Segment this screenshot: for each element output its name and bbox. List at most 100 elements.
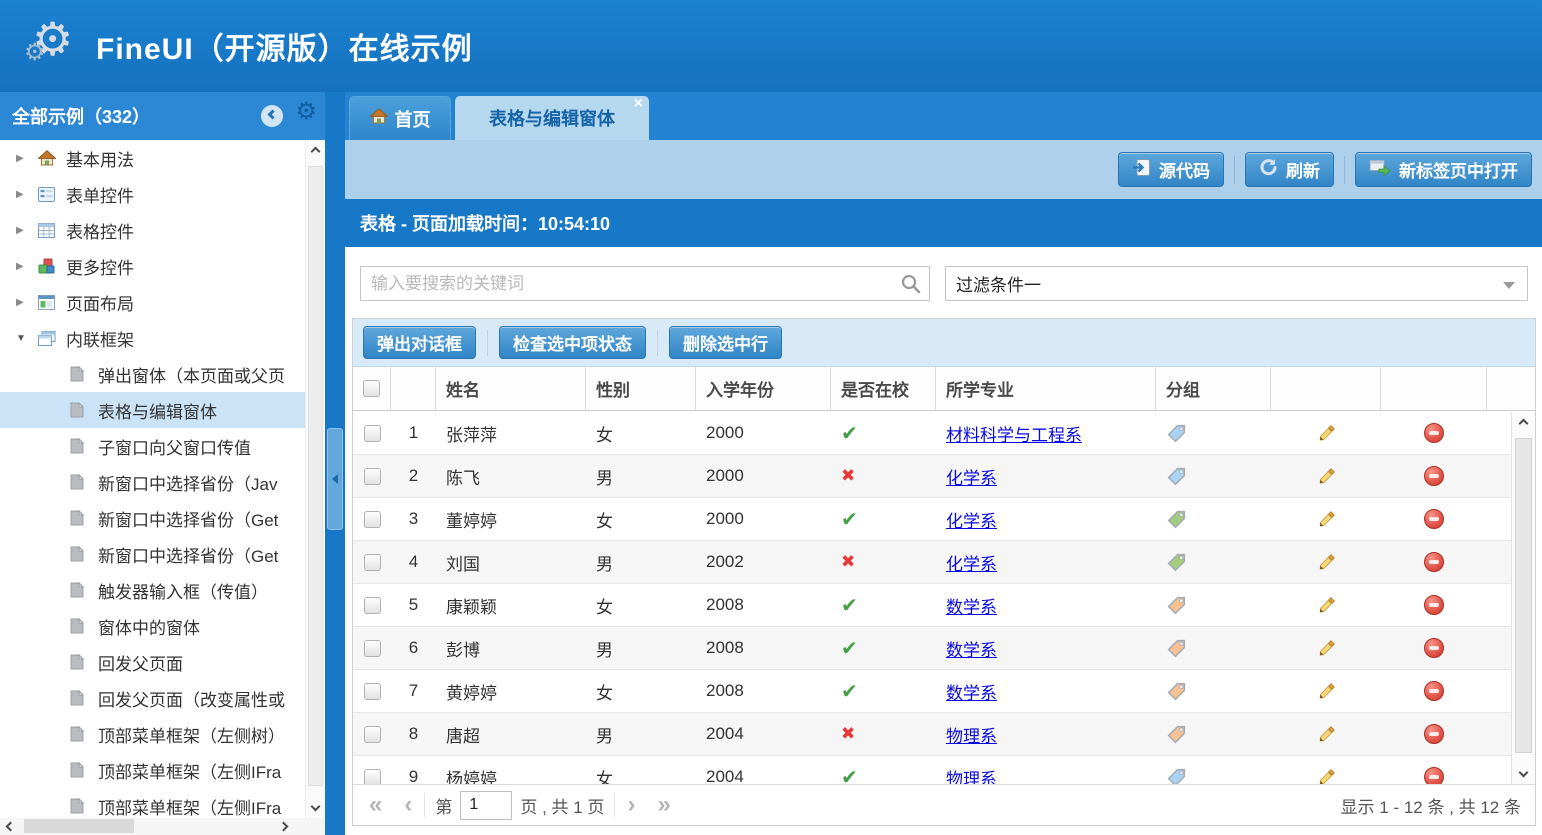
tree-item[interactable]: 新窗口中选择省份（Get xyxy=(0,536,305,572)
tag-icon[interactable] xyxy=(1166,466,1187,487)
delete-row-icon[interactable] xyxy=(1424,724,1444,744)
tree-item[interactable]: 回发父页面 xyxy=(0,644,305,680)
tag-icon[interactable] xyxy=(1166,767,1187,785)
tree-item[interactable]: 新窗口中选择省份（Get xyxy=(0,500,305,536)
search-icon[interactable] xyxy=(900,273,921,299)
tag-icon[interactable] xyxy=(1166,638,1187,659)
tree-item[interactable]: 顶部菜单框架（左侧树） xyxy=(0,716,305,752)
first-page-icon[interactable]: « xyxy=(367,793,384,817)
major-link[interactable]: 化学系 xyxy=(946,464,997,489)
sidebar-horizontal-scrollbar[interactable] xyxy=(0,818,325,835)
tag-icon[interactable] xyxy=(1166,595,1187,616)
major-link[interactable]: 数学系 xyxy=(946,636,997,661)
edit-pencil-icon[interactable] xyxy=(1316,681,1337,702)
row-checkbox[interactable] xyxy=(364,468,381,485)
tab-grid-edit-window[interactable]: 表格与编辑窗体 × xyxy=(455,96,649,140)
major-link[interactable]: 化学系 xyxy=(946,507,997,532)
delete-row-icon[interactable] xyxy=(1424,552,1444,572)
delete-row-icon[interactable] xyxy=(1424,595,1444,615)
scroll-down-icon[interactable] xyxy=(311,802,321,812)
delete-row-icon[interactable] xyxy=(1424,681,1444,701)
scrollbar-thumb[interactable] xyxy=(1515,438,1532,753)
expand-arrow-icon[interactable]: ▶ xyxy=(16,153,30,164)
scrollbar-thumb[interactable] xyxy=(308,166,323,786)
major-link[interactable]: 材料科学与工程系 xyxy=(946,421,1082,446)
open-new-tab-button[interactable]: 新标签页中打开 xyxy=(1355,152,1532,187)
major-link[interactable]: 数学系 xyxy=(946,679,997,704)
gear-icon[interactable]: ⚙ xyxy=(295,100,317,124)
major-link[interactable]: 物理系 xyxy=(946,722,997,747)
row-checkbox[interactable] xyxy=(364,683,381,700)
delete-row-icon[interactable] xyxy=(1424,767,1444,784)
delete-row-icon[interactable] xyxy=(1424,638,1444,658)
source-code-button[interactable]: 源代码 xyxy=(1118,152,1224,187)
collapse-arrow-icon[interactable]: ▼ xyxy=(16,333,30,344)
row-checkbox[interactable] xyxy=(364,640,381,657)
scroll-down-icon[interactable] xyxy=(1519,768,1529,778)
select-all-checkbox[interactable] xyxy=(363,380,380,397)
search-input[interactable] xyxy=(360,266,930,301)
tag-icon[interactable] xyxy=(1166,724,1187,745)
edit-pencil-icon[interactable] xyxy=(1316,595,1337,616)
tree-item[interactable]: 窗体中的窗体 xyxy=(0,608,305,644)
prev-page-icon[interactable]: ‹ xyxy=(402,793,414,817)
tag-icon[interactable] xyxy=(1166,681,1187,702)
open-dialog-button[interactable]: 弹出对话框 xyxy=(363,326,476,359)
back-circle-icon[interactable] xyxy=(261,105,283,127)
row-checkbox[interactable] xyxy=(364,726,381,743)
check-selected-button[interactable]: 检查选中项状态 xyxy=(499,326,646,359)
edit-pencil-icon[interactable] xyxy=(1316,638,1337,659)
edit-pencil-icon[interactable] xyxy=(1316,552,1337,573)
row-checkbox[interactable] xyxy=(364,597,381,614)
last-page-icon[interactable]: » xyxy=(655,793,672,817)
expand-arrow-icon[interactable]: ▶ xyxy=(16,297,30,308)
delete-row-icon[interactable] xyxy=(1424,509,1444,529)
close-icon[interactable]: × xyxy=(634,96,643,112)
tree-item[interactable]: ▶表格控件 xyxy=(0,212,305,248)
tree-item[interactable]: 顶部菜单框架（左侧IFra xyxy=(0,752,305,788)
collapse-sidebar-handle[interactable] xyxy=(327,428,343,530)
row-checkbox[interactable] xyxy=(364,769,381,785)
scroll-right-icon[interactable] xyxy=(279,822,289,832)
tag-icon[interactable] xyxy=(1166,423,1187,444)
edit-pencil-icon[interactable] xyxy=(1316,466,1337,487)
delete-selected-button[interactable]: 删除选中行 xyxy=(669,326,782,359)
delete-row-icon[interactable] xyxy=(1424,423,1444,443)
tree-item[interactable]: 触发器输入框（传值） xyxy=(0,572,305,608)
tree-item[interactable]: ▶页面布局 xyxy=(0,284,305,320)
expand-arrow-icon[interactable]: ▶ xyxy=(16,225,30,236)
tree-item[interactable]: 回发父页面（改变属性或 xyxy=(0,680,305,716)
scroll-left-icon[interactable] xyxy=(6,822,16,832)
tree-item[interactable]: ▶表单控件 xyxy=(0,176,305,212)
delete-row-icon[interactable] xyxy=(1424,466,1444,486)
next-page-icon[interactable]: › xyxy=(625,793,637,817)
tree-item[interactable]: 弹出窗体（本页面或父页 xyxy=(0,356,305,392)
tree-item[interactable]: 子窗口向父窗口传值 xyxy=(0,428,305,464)
sidebar-vertical-scrollbar[interactable] xyxy=(305,140,325,818)
refresh-button[interactable]: 刷新 xyxy=(1245,152,1334,187)
major-link[interactable]: 数学系 xyxy=(946,593,997,618)
tree-item[interactable]: ▶更多控件 xyxy=(0,248,305,284)
major-link[interactable]: 物理系 xyxy=(946,765,997,785)
filter-dropdown[interactable]: 过滤条件一 xyxy=(945,266,1528,301)
edit-pencil-icon[interactable] xyxy=(1316,767,1337,785)
tree-item[interactable]: ▼内联框架 xyxy=(0,320,305,356)
expand-arrow-icon[interactable]: ▶ xyxy=(16,189,30,200)
edit-pencil-icon[interactable] xyxy=(1316,509,1337,530)
row-checkbox[interactable] xyxy=(364,554,381,571)
row-checkbox[interactable] xyxy=(364,511,381,528)
tab-home[interactable]: 首页 xyxy=(349,96,451,140)
tree-item[interactable]: 表格与编辑窗体 xyxy=(0,392,305,428)
tree-item[interactable]: ▶基本用法 xyxy=(0,140,305,176)
expand-arrow-icon[interactable]: ▶ xyxy=(16,261,30,272)
tag-icon[interactable] xyxy=(1166,552,1187,573)
edit-pencil-icon[interactable] xyxy=(1316,724,1337,745)
scroll-up-icon[interactable] xyxy=(311,147,321,157)
tree-item[interactable]: 顶部菜单框架（左侧IFra xyxy=(0,788,305,818)
scrollbar-thumb[interactable] xyxy=(24,819,134,833)
page-number-input[interactable] xyxy=(460,791,512,820)
grid-vertical-scrollbar[interactable] xyxy=(1511,412,1535,784)
scroll-up-icon[interactable] xyxy=(1519,419,1529,429)
tree-item[interactable]: 新窗口中选择省份（Jav xyxy=(0,464,305,500)
tag-icon[interactable] xyxy=(1166,509,1187,530)
